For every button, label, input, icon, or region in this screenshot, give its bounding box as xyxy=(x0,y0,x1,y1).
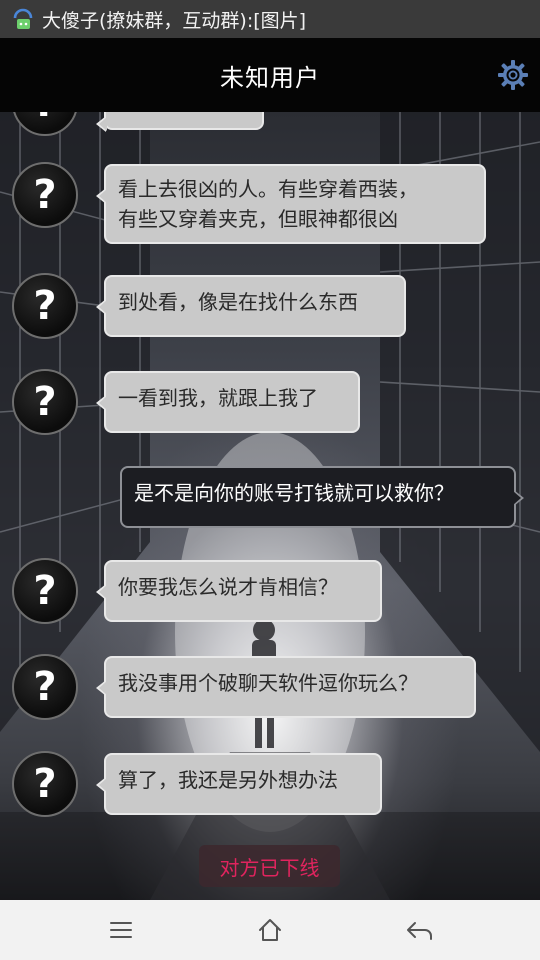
message-bubble[interactable]: 我没事用个破聊天软件逗你玩么？ xyxy=(96,656,476,718)
message-text-line: 看上去很凶的人。有些穿着西装， xyxy=(118,177,418,201)
message-bubble[interactable] xyxy=(96,112,264,132)
page-title: 未知用户 xyxy=(220,63,320,92)
message-text-line: 有些又穿着夹克，但眼神都很凶 xyxy=(118,207,398,231)
avatar[interactable]: ? xyxy=(12,273,78,339)
chat-area[interactable]: ? ? 看上去很凶的人。有些穿着西装， 有些又穿着夹克，但眼神都很凶 ? 到处看… xyxy=(0,112,540,900)
back-button[interactable] xyxy=(405,915,435,945)
chat-notification-icon xyxy=(10,6,36,32)
settings-button[interactable] xyxy=(496,58,530,92)
message-bubble[interactable]: 算了，我还是另外想办法 xyxy=(96,753,382,815)
menu-button[interactable] xyxy=(106,915,136,945)
system-nav-bar xyxy=(0,900,540,960)
message-bubble[interactable]: 一看到我，就跟上我了 xyxy=(96,371,360,433)
avatar[interactable]: ? xyxy=(12,654,78,720)
offline-status-badge: 对方已下线 xyxy=(199,845,340,887)
home-button[interactable] xyxy=(255,915,285,945)
gear-icon xyxy=(498,60,528,90)
avatar[interactable]: ? xyxy=(12,369,78,435)
app-header: 未知用户 xyxy=(0,38,540,112)
home-icon xyxy=(259,919,281,941)
status-bar: 大傻子(撩妹群，互动群):[图片] xyxy=(0,0,540,38)
message-bubble[interactable]: 到处看，像是在找什么东西 xyxy=(96,275,406,337)
notification-text: 大傻子(撩妹群，互动群):[图片] xyxy=(42,9,307,32)
message-bubble[interactable]: 是不是向你的账号打钱就可以救你？ xyxy=(120,466,524,528)
avatar[interactable]: ? xyxy=(12,558,78,624)
message-bubble[interactable]: 你要我怎么说才肯相信？ xyxy=(96,560,382,622)
back-icon xyxy=(407,922,432,940)
avatar[interactable]: ? xyxy=(12,751,78,817)
avatar[interactable]: ? xyxy=(12,162,78,228)
menu-icon xyxy=(110,922,132,938)
message-bubble[interactable]: 看上去很凶的人。有些穿着西装， 有些又穿着夹克，但眼神都很凶 xyxy=(96,164,486,244)
